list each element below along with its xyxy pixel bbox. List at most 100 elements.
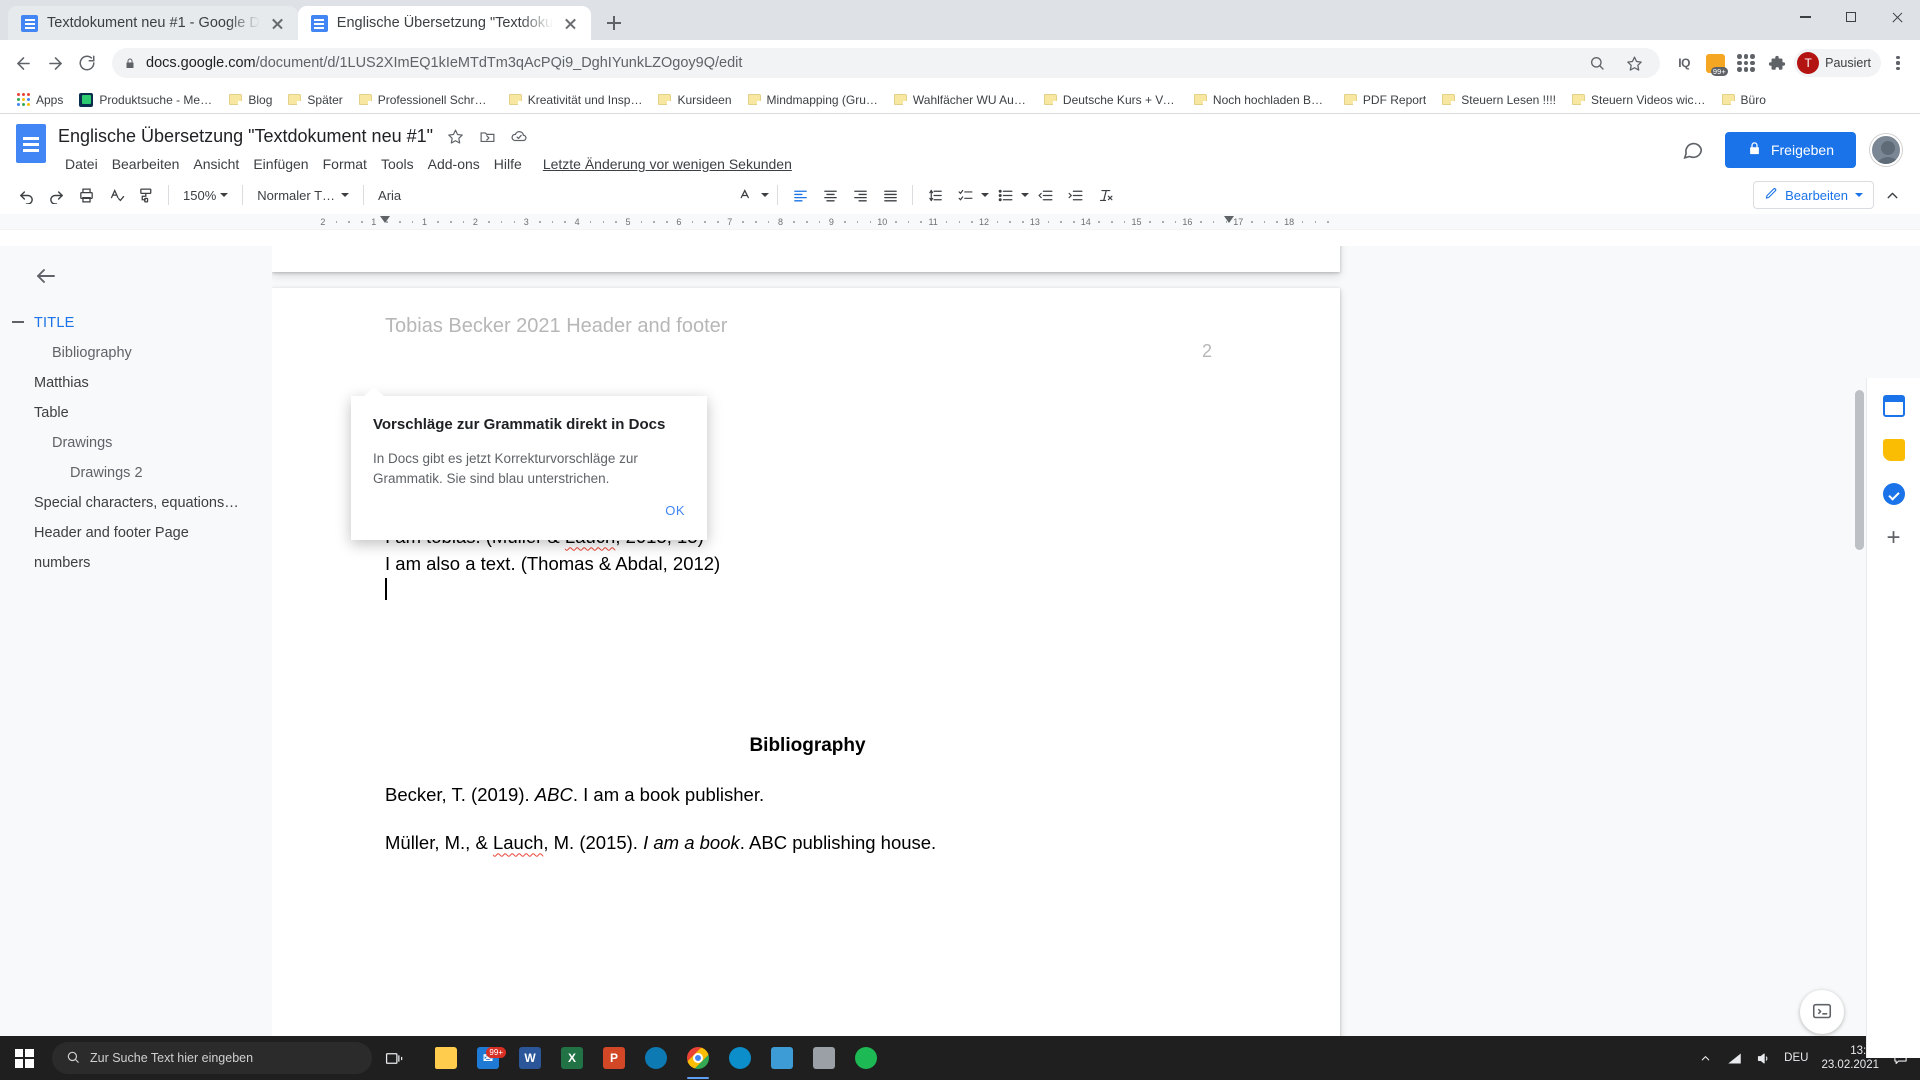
google-keep-icon[interactable] xyxy=(1880,436,1908,464)
zoom-level-select[interactable]: 150% xyxy=(177,185,234,206)
document-page-previous[interactable] xyxy=(272,246,1340,272)
windows-start-icon[interactable] xyxy=(0,1036,48,1080)
close-icon[interactable] xyxy=(562,15,579,32)
collapse-icon[interactable] xyxy=(12,321,24,323)
close-window-button[interactable] xyxy=(1874,0,1920,34)
minimize-button[interactable] xyxy=(1782,0,1828,34)
doc-paragraph-line-2[interactable]: I am also a text. (Thomas & Abdal, 2012) xyxy=(385,551,1230,577)
menu-hilfe[interactable]: Hilfe xyxy=(487,154,529,174)
bookmark-item[interactable]: Büro xyxy=(1714,90,1774,110)
menu-datei[interactable]: Datei xyxy=(58,154,105,174)
menu-ansicht[interactable]: Ansicht xyxy=(186,154,246,174)
bookmark-item[interactable]: PDF Report xyxy=(1336,90,1434,110)
star-icon[interactable] xyxy=(1620,49,1648,77)
add-ons-plus-icon[interactable]: + xyxy=(1880,524,1908,552)
align-left-icon[interactable] xyxy=(786,181,814,209)
grammar-suggestion-popup[interactable]: Vorschläge zur Grammatik direkt in Docs … xyxy=(351,387,707,540)
redo-icon[interactable] xyxy=(42,181,70,209)
print-icon[interactable] xyxy=(72,181,100,209)
maximize-button[interactable] xyxy=(1828,0,1874,34)
chevron-down-icon[interactable] xyxy=(761,193,770,197)
task-view-icon[interactable] xyxy=(372,1036,416,1080)
reload-button[interactable] xyxy=(72,48,102,78)
browser-tab-2[interactable]: Englische Übersetzung "Textdoku xyxy=(297,6,592,40)
move-to-folder-icon[interactable] xyxy=(477,126,497,146)
menu-tools[interactable]: Tools xyxy=(374,154,421,174)
taskbar-spotify[interactable] xyxy=(846,1036,886,1080)
outline-item-header-and-footer-page[interactable]: Header and footer Page xyxy=(34,518,254,548)
network-icon[interactable] xyxy=(1726,1050,1742,1066)
bulleted-list-icon[interactable] xyxy=(991,181,1019,209)
editing-mode-button[interactable]: Bearbeiten xyxy=(1753,181,1874,209)
menu-format[interactable]: Format xyxy=(316,154,374,174)
bookmark-item[interactable]: Produktsuche - Mer… xyxy=(71,90,221,110)
bookmark-item[interactable]: Später xyxy=(280,90,350,110)
taskbar-app-teal[interactable] xyxy=(762,1036,802,1080)
taskbar-word[interactable]: W xyxy=(510,1036,550,1080)
bookmark-item[interactable]: Blog xyxy=(221,90,280,110)
chevron-down-icon[interactable] xyxy=(981,193,990,197)
outline-item-numbers[interactable]: numbers xyxy=(34,548,254,578)
browser-tab-1[interactable]: Textdokument neu #1 - Google D xyxy=(8,6,298,40)
bookmark-apps[interactable]: Apps xyxy=(9,90,71,110)
taskbar-chrome[interactable] xyxy=(678,1036,718,1080)
bookmark-item[interactable]: Professionell Schrei… xyxy=(351,90,501,110)
search-input[interactable]: Zur Suche Text hier eingeben xyxy=(52,1042,372,1074)
line-spacing-icon[interactable] xyxy=(921,181,949,209)
back-button[interactable] xyxy=(8,48,38,78)
undo-icon[interactable] xyxy=(12,181,40,209)
star-icon[interactable] xyxy=(445,126,465,146)
align-center-icon[interactable] xyxy=(816,181,844,209)
page-header-text[interactable]: Tobias Becker 2021 Header and footer xyxy=(385,315,727,338)
menu-einfuegen[interactable]: Einfügen xyxy=(246,154,315,174)
taskbar-powerpoint[interactable]: P xyxy=(594,1036,634,1080)
ruler-right-indent-marker[interactable] xyxy=(1224,216,1234,223)
paragraph-style-select[interactable]: Normaler T… xyxy=(251,185,355,206)
bookmark-item[interactable]: Kursideen xyxy=(650,90,739,110)
document-title[interactable]: Englische Übersetzung "Textdokument neu … xyxy=(58,126,433,147)
paint-format-icon[interactable] xyxy=(132,181,160,209)
document-ruler[interactable]: 2 1 1 2 3 4 5 6 7 8 9 10 11 12 13 14 15 16 17 18 xyxy=(0,214,1920,230)
text-color-icon[interactable] xyxy=(731,181,759,209)
zoom-search-icon[interactable] xyxy=(1583,49,1611,77)
taskbar-edge[interactable] xyxy=(720,1036,760,1080)
bibliography-entry-1[interactable]: Becker, T. (2019). ABC. I am a book publ… xyxy=(385,782,1230,808)
taskbar-photos[interactable] xyxy=(804,1036,844,1080)
bibliography-entry-2[interactable]: Müller, M., & Lauch, M. (2015). I am a b… xyxy=(385,830,1230,856)
outline-item-special-characters[interactable]: Special characters, equations… xyxy=(34,488,254,518)
share-button[interactable]: Freigeben xyxy=(1724,132,1856,168)
outline-item-bibliography[interactable]: Bibliography xyxy=(34,338,254,368)
popup-ok-button[interactable]: OK xyxy=(665,503,685,518)
clear-formatting-icon[interactable] xyxy=(1091,181,1119,209)
explore-button[interactable] xyxy=(1800,990,1844,1034)
iq-extension-icon[interactable]: IQ xyxy=(1670,49,1698,77)
apps-grid-icon[interactable] xyxy=(1732,49,1760,77)
profile-button[interactable]: T Pausiert xyxy=(1794,49,1881,77)
bookmark-item[interactable]: Kreativität und Insp… xyxy=(501,90,651,110)
google-tasks-icon[interactable] xyxy=(1880,480,1908,508)
google-calendar-icon[interactable] xyxy=(1880,392,1908,420)
vertical-scrollbar[interactable] xyxy=(1855,390,1864,550)
indent-increase-icon[interactable] xyxy=(1061,181,1089,209)
font-family-select[interactable]: Aria xyxy=(372,185,407,206)
avatar[interactable] xyxy=(1870,134,1902,166)
language-indicator[interactable]: DEU xyxy=(1784,1052,1808,1064)
forward-button[interactable] xyxy=(40,48,70,78)
bookmark-item[interactable]: Noch hochladen Bu… xyxy=(1186,90,1336,110)
volume-icon[interactable] xyxy=(1755,1050,1771,1066)
menu-bearbeiten[interactable]: Bearbeiten xyxy=(105,154,187,174)
address-bar[interactable]: docs.google.com/document/d/1LUS2XImEQ1kI… xyxy=(112,48,1661,78)
kebab-menu-icon[interactable] xyxy=(1884,49,1912,77)
last-edit-status[interactable]: Letzte Änderung vor wenigen Sekunden xyxy=(543,156,792,172)
comment-icon[interactable] xyxy=(1675,132,1711,168)
ruler-left-indent-marker[interactable] xyxy=(380,216,390,223)
bookmark-item[interactable]: Mindmapping (Gru… xyxy=(740,90,886,110)
outline-item-title[interactable]: TITLE xyxy=(12,308,254,338)
orange-extension-icon[interactable]: 99+ xyxy=(1701,49,1729,77)
document-page-area[interactable]: Tobias Becker 2021 Header and footer 2 T… xyxy=(272,246,1920,1058)
outline-item-table[interactable]: Table xyxy=(34,398,254,428)
bookmark-item[interactable]: Deutsche Kurs + Vo… xyxy=(1036,90,1186,110)
chevron-down-icon[interactable] xyxy=(1021,193,1030,197)
new-tab-button[interactable] xyxy=(599,8,629,38)
back-arrow-icon[interactable] xyxy=(34,264,58,288)
